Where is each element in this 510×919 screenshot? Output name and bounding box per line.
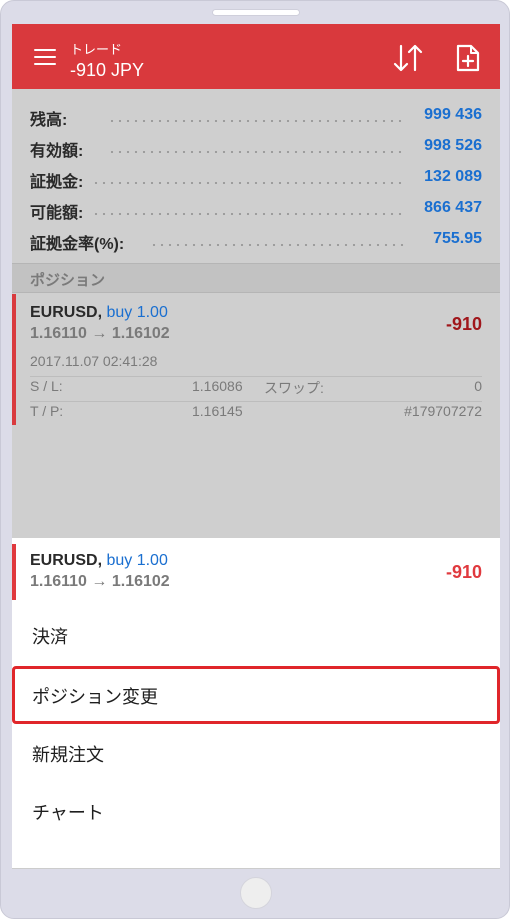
sort-arrows-icon[interactable]	[392, 44, 424, 72]
summary-label: 可能額:	[30, 205, 84, 222]
app-bar-subtitle: トレード	[70, 42, 123, 57]
ticket-number: #179707272	[404, 403, 482, 419]
new-order-doc-icon[interactable]	[456, 44, 480, 72]
position-symbol-line: EURUSD, buy 1.00	[30, 304, 168, 322]
speaker-grille	[212, 9, 300, 16]
summary-label: 証拠金:	[30, 174, 84, 191]
sl-value: 1.16086	[192, 378, 243, 394]
home-button[interactable]	[240, 877, 272, 909]
tp-label: T / P:	[30, 403, 64, 419]
summary-row-equity: 有効額: 998 526	[12, 131, 500, 161]
sheet-prices: 1.16110 → 1.16102	[30, 573, 170, 590]
summary-row-margin-level: 証拠金率(%): 755.95	[12, 224, 500, 254]
swap-value: 0	[474, 378, 482, 394]
position-symbol: EURUSD,	[30, 304, 103, 321]
dimmed-trade-view: 残高: 999 436 有効額: 998 526 証拠金: 132 089 可能…	[12, 89, 500, 538]
dotted-leader	[92, 182, 404, 184]
sheet-symbol: EURUSD,	[30, 552, 103, 569]
positions-section-header: ポジション	[12, 263, 500, 293]
top-app-bar: トレード -910 JPY	[12, 24, 500, 89]
summary-value: 132 089	[424, 168, 482, 185]
position-direction-stripe	[12, 294, 16, 425]
dotted-leader	[92, 213, 404, 215]
menu-item-label: 新規注文	[32, 745, 104, 765]
menu-item-label: 決済	[32, 627, 68, 647]
summary-value: 755.95	[433, 230, 482, 247]
swap-label: スワップ:	[264, 380, 324, 396]
app-screen: トレード -910 JPY 残高: 999 436 有効額: 998 526 証…	[12, 24, 500, 869]
menu-item-chart[interactable]: チャート	[12, 782, 500, 840]
tp-value: 1.16145	[192, 403, 243, 419]
summary-row-free-margin: 可能額: 866 437	[12, 193, 500, 223]
summary-row-margin: 証拠金: 132 089	[12, 162, 500, 192]
position-action-sheet: EURUSD, buy 1.00 1.16110 → 1.16102 -910 …	[12, 538, 500, 869]
summary-value: 999 436	[424, 106, 482, 123]
position-open-time: 2017.11.07 02:41:28	[30, 353, 158, 369]
position-profit: -910	[445, 314, 482, 334]
section-title: ポジション	[30, 272, 106, 289]
position-direction-stripe	[12, 544, 16, 600]
menu-item-label: ポジション変更	[32, 687, 158, 707]
summary-value: 866 437	[424, 199, 482, 216]
sheet-position-header: EURUSD, buy 1.00 1.16110 → 1.16102 -910	[12, 538, 500, 602]
summary-row-balance: 残高: 999 436	[12, 100, 500, 130]
sheet-side: buy 1.00	[106, 552, 168, 569]
divider	[30, 376, 482, 377]
menu-item-close-position[interactable]: 決済	[12, 606, 500, 664]
sl-label: S / L:	[30, 378, 63, 394]
summary-label: 証拠金率(%):	[30, 236, 125, 253]
summary-label: 有効額:	[30, 143, 84, 160]
phone-frame: トレード -910 JPY 残高: 999 436 有効額: 998 526 証…	[0, 0, 510, 919]
sheet-profit: -910	[445, 562, 482, 582]
hamburger-menu-icon[interactable]	[34, 49, 56, 65]
menu-item-modify-position[interactable]: ポジション変更	[12, 666, 500, 724]
app-bar-title: -910 JPY	[70, 60, 145, 80]
sheet-symbol-line: EURUSD, buy 1.00	[30, 552, 168, 570]
position-card[interactable]: EURUSD, buy 1.00 1.16110 → 1.16102 -910 …	[12, 294, 500, 425]
divider	[30, 401, 482, 402]
summary-value: 998 526	[424, 137, 482, 154]
menu-item-label: チャート	[32, 803, 104, 823]
summary-label: 残高:	[30, 112, 68, 129]
menu-item-new-order[interactable]: 新規注文	[12, 724, 500, 782]
position-prices: 1.16110 → 1.16102	[30, 325, 170, 342]
position-side: buy 1.00	[106, 304, 168, 321]
dotted-leader	[108, 120, 404, 122]
dotted-leader	[150, 244, 404, 246]
dotted-leader	[108, 151, 404, 153]
